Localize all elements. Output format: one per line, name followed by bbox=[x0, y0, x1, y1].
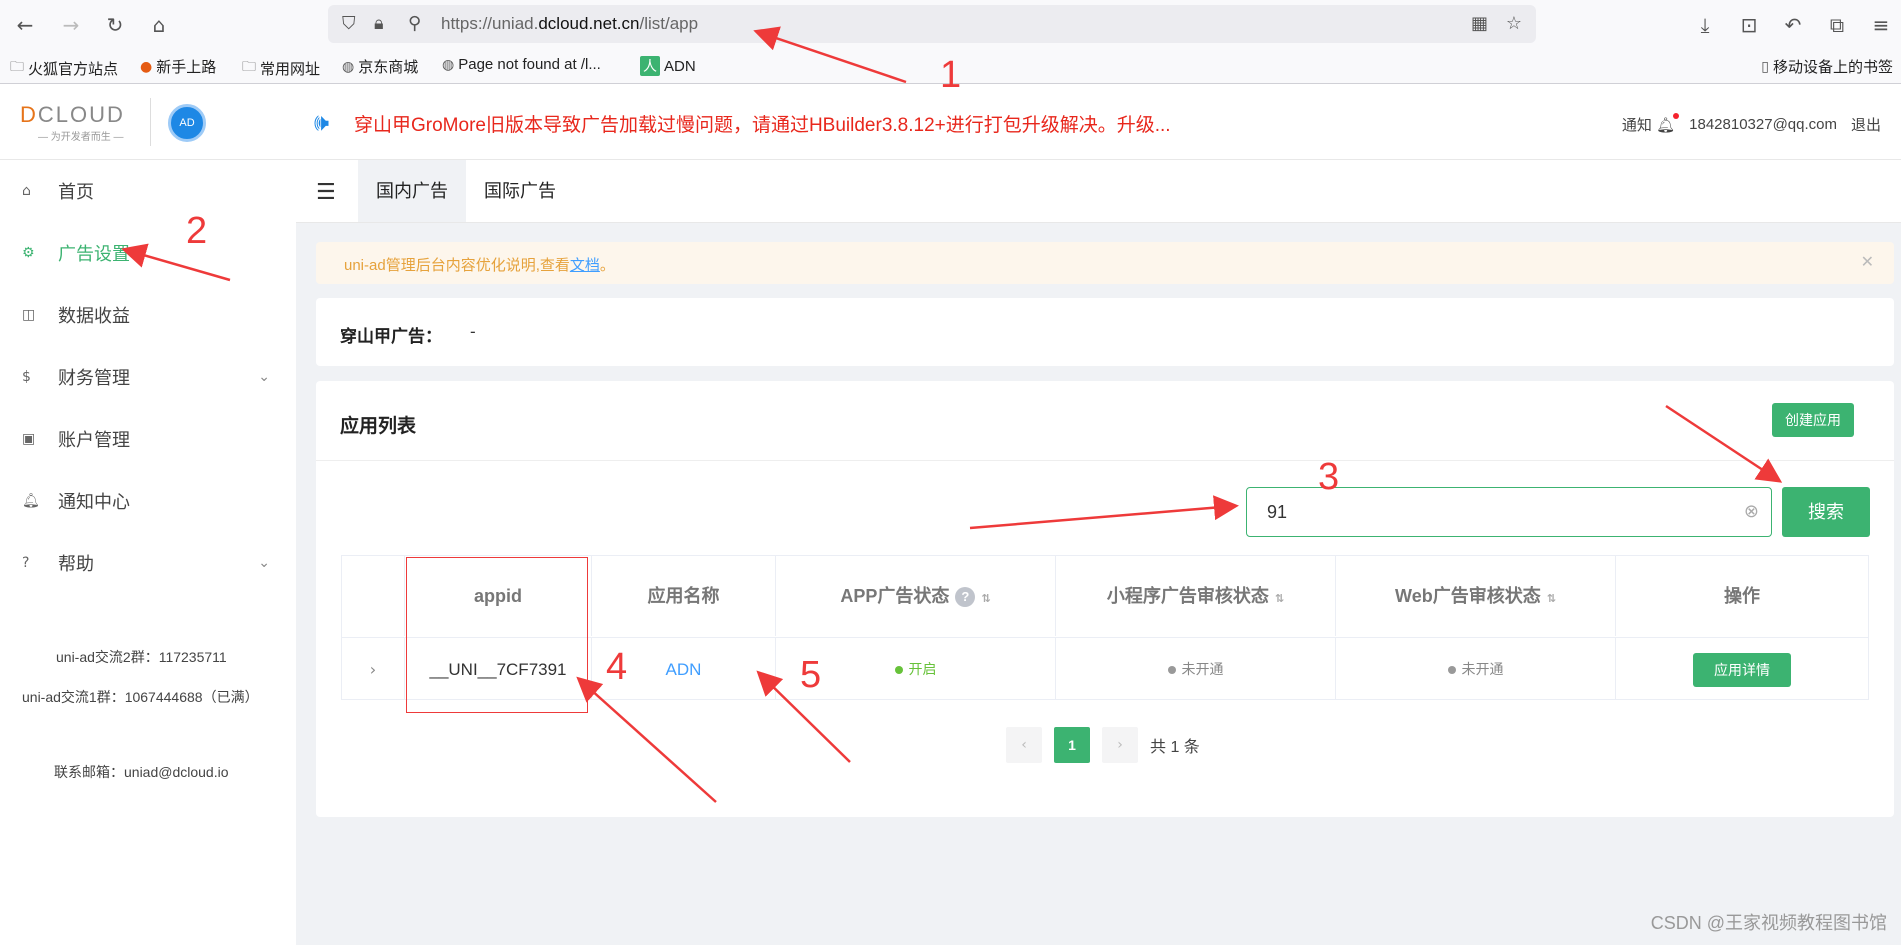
phone-icon: ▯ bbox=[1761, 58, 1769, 75]
address-bar[interactable]: ⛉ 🔒︎ ⚲ https://uniad.dcloud.net.cn/list/… bbox=[328, 5, 1536, 43]
shield-icon: ⛉ bbox=[342, 13, 356, 34]
bookmark-item[interactable]: 人 ADN bbox=[640, 56, 696, 76]
bell-icon: 🔔︎ bbox=[22, 493, 40, 509]
logout-link[interactable]: 退出 bbox=[1851, 114, 1881, 135]
annotation-number: 5 bbox=[800, 654, 822, 696]
chevron-down-icon: ⌄ bbox=[258, 369, 270, 385]
sort-icon[interactable]: ⇅ bbox=[981, 592, 990, 605]
folder-icon: 🗀︎ bbox=[242, 59, 256, 75]
back-icon[interactable]: ← bbox=[10, 10, 40, 40]
doc-link[interactable]: 文档 bbox=[570, 257, 600, 274]
bookmark-item[interactable]: ◍ Page not found at /l... bbox=[442, 56, 601, 73]
tab-international[interactable]: 国际广告 bbox=[466, 160, 574, 222]
tab-domestic[interactable]: 国内广告 bbox=[358, 160, 466, 222]
home-icon: ⌂ bbox=[22, 183, 31, 199]
status-badge: 未开通 bbox=[1056, 637, 1336, 700]
mobile-bookmarks[interactable]: ▯ 移动设备上的书签 bbox=[1761, 56, 1893, 77]
annotation-number: 2 bbox=[186, 210, 208, 252]
bell-icon: 🔔︎ bbox=[1656, 116, 1676, 134]
logo-divider bbox=[150, 98, 151, 146]
sidebar-item-ad-settings[interactable]: ⚙ 广告设置 bbox=[0, 228, 296, 278]
sidebar: ⌂ 首页 ⚙ 广告设置 ◫ 数据收益 $ 财务管理 ⌄ ▣ 账户管理 🔔︎ 通知中心 ? 帮助 ⌄… bbox=[0, 160, 296, 945]
forward-icon[interactable]: → bbox=[56, 10, 86, 40]
firefox-icon: ● bbox=[140, 58, 153, 75]
lock-icon: 🔒︎ bbox=[374, 13, 384, 34]
notify-link[interactable]: 通知 🔔︎ bbox=[1622, 114, 1675, 135]
sidebar-item-finance[interactable]: $ 财务管理 ⌄ bbox=[0, 352, 296, 402]
clear-icon[interactable]: ⊗ bbox=[1744, 501, 1759, 522]
permissions-icon[interactable]: ⚲ bbox=[408, 13, 421, 34]
dollar-icon: $ bbox=[22, 369, 31, 385]
qq-group-2: uni-ad交流2群：117235711 bbox=[56, 649, 227, 665]
expand-row-icon[interactable]: › bbox=[342, 637, 405, 700]
next-page-icon[interactable]: › bbox=[1102, 727, 1138, 763]
gear-icon: ⚙ bbox=[22, 245, 35, 261]
qq-group-1: uni-ad交流1群：1067444688（已满） bbox=[22, 689, 259, 705]
sort-icon[interactable]: ⇅ bbox=[1547, 592, 1556, 605]
sidebar-item-revenue[interactable]: ◫ 数据收益 bbox=[0, 290, 296, 340]
search-button[interactable]: 搜索 bbox=[1782, 487, 1870, 537]
globe-icon: ◍ bbox=[442, 56, 455, 73]
sidebar-item-account[interactable]: ▣ 账户管理 bbox=[0, 414, 296, 464]
dcloud-logo[interactable]: DCLOUD — 为开发者而生 — bbox=[20, 102, 132, 146]
globe-icon: ◍ bbox=[342, 58, 355, 75]
folder-icon: 🗀︎ bbox=[10, 59, 24, 75]
app-details-button[interactable]: 应用详情 bbox=[1693, 652, 1791, 687]
collapse-menu-icon[interactable]: ☰ bbox=[316, 180, 336, 205]
action-cell: 应用详情 bbox=[1616, 637, 1868, 700]
account-email: 1842810327@qq.com bbox=[1689, 116, 1837, 133]
column-header: 操作 bbox=[1724, 586, 1760, 606]
chart-icon: ◫ bbox=[22, 307, 36, 323]
crop-icon[interactable]: ⊡ bbox=[1734, 10, 1764, 40]
pangle-card: 穿山甲广告： - bbox=[316, 298, 1894, 366]
column-header[interactable]: 小程序广告审核状态 ⇅ bbox=[1056, 556, 1336, 636]
expand-header bbox=[342, 556, 405, 636]
column-header: 应用名称 bbox=[592, 556, 776, 636]
status-badge: 未开通 bbox=[1336, 637, 1616, 700]
home-icon[interactable]: ⌂ bbox=[144, 10, 174, 40]
column-header[interactable]: Web广告审核状态 ⇅ bbox=[1336, 556, 1616, 636]
annotation-number: 1 bbox=[940, 54, 962, 96]
bookmark-item[interactable]: ● 新手上路 bbox=[140, 56, 216, 77]
create-app-button[interactable]: 创建应用 bbox=[1772, 403, 1854, 437]
extensions-icon[interactable]: ⧉ bbox=[1822, 10, 1852, 40]
contact-email: 联系邮箱：uniad@dcloud.io bbox=[54, 764, 229, 780]
id-card-icon: ▣ bbox=[22, 431, 36, 447]
pagination: ‹ 1 › 共 1 条 bbox=[1006, 727, 1200, 763]
annotation-box bbox=[406, 557, 588, 713]
qr-code-icon[interactable]: ▦ bbox=[1471, 13, 1488, 34]
menu-icon[interactable]: ≡ bbox=[1866, 10, 1896, 40]
sort-icon[interactable]: ⇅ bbox=[1275, 592, 1284, 605]
url-text: https://uniad.dcloud.net.cn/list/app bbox=[441, 14, 699, 33]
speaker-icon: 🕪︎ bbox=[314, 108, 330, 136]
adn-icon: 人 bbox=[640, 56, 660, 76]
star-icon[interactable]: ☆ bbox=[1506, 13, 1522, 34]
prev-page-icon[interactable]: ‹ bbox=[1006, 727, 1042, 763]
sidebar-item-home[interactable]: ⌂ 首页 bbox=[0, 166, 296, 216]
ad-logo-icon: AD bbox=[168, 104, 206, 142]
pangle-value: - bbox=[470, 322, 476, 341]
total-count: 共 1 条 bbox=[1150, 739, 1200, 756]
download-icon[interactable]: ⤓ bbox=[1690, 10, 1720, 40]
chevron-down-icon: ⌄ bbox=[258, 555, 270, 571]
reload-icon[interactable]: ↻ bbox=[100, 10, 130, 40]
column-header[interactable]: APP广告状态? ⇅ bbox=[776, 556, 1056, 636]
close-icon[interactable]: ✕ bbox=[1861, 252, 1874, 271]
annotation-number: 3 bbox=[1318, 456, 1340, 498]
help-icon[interactable]: ? bbox=[955, 587, 976, 608]
annotation-number: 4 bbox=[606, 646, 628, 688]
sidebar-item-help[interactable]: ? 帮助 ⌄ bbox=[0, 538, 296, 588]
watermark: CSDN @王家视频教程图书馆 bbox=[1650, 913, 1887, 933]
bookmark-item[interactable]: ◍ 京东商城 bbox=[342, 56, 418, 77]
bookmark-item[interactable]: 🗀︎ 火狐官方站点 bbox=[10, 56, 118, 80]
info-alert: uni-ad管理后台内容优化说明,查看文档。 ✕ bbox=[316, 242, 1894, 284]
page-number[interactable]: 1 bbox=[1054, 727, 1090, 763]
sidebar-item-notifications[interactable]: 🔔︎ 通知中心 bbox=[0, 476, 296, 526]
help-icon: ? bbox=[22, 555, 30, 571]
undo-icon[interactable]: ↶ bbox=[1778, 10, 1808, 40]
bookmark-item[interactable]: 🗀︎ 常用网址 bbox=[242, 56, 320, 80]
pangle-label: 穿山甲广告： bbox=[340, 327, 442, 346]
tab-bar: ☰ 国内广告 国际广告 bbox=[296, 160, 1901, 223]
app-list-title: 应用列表 bbox=[340, 416, 417, 437]
